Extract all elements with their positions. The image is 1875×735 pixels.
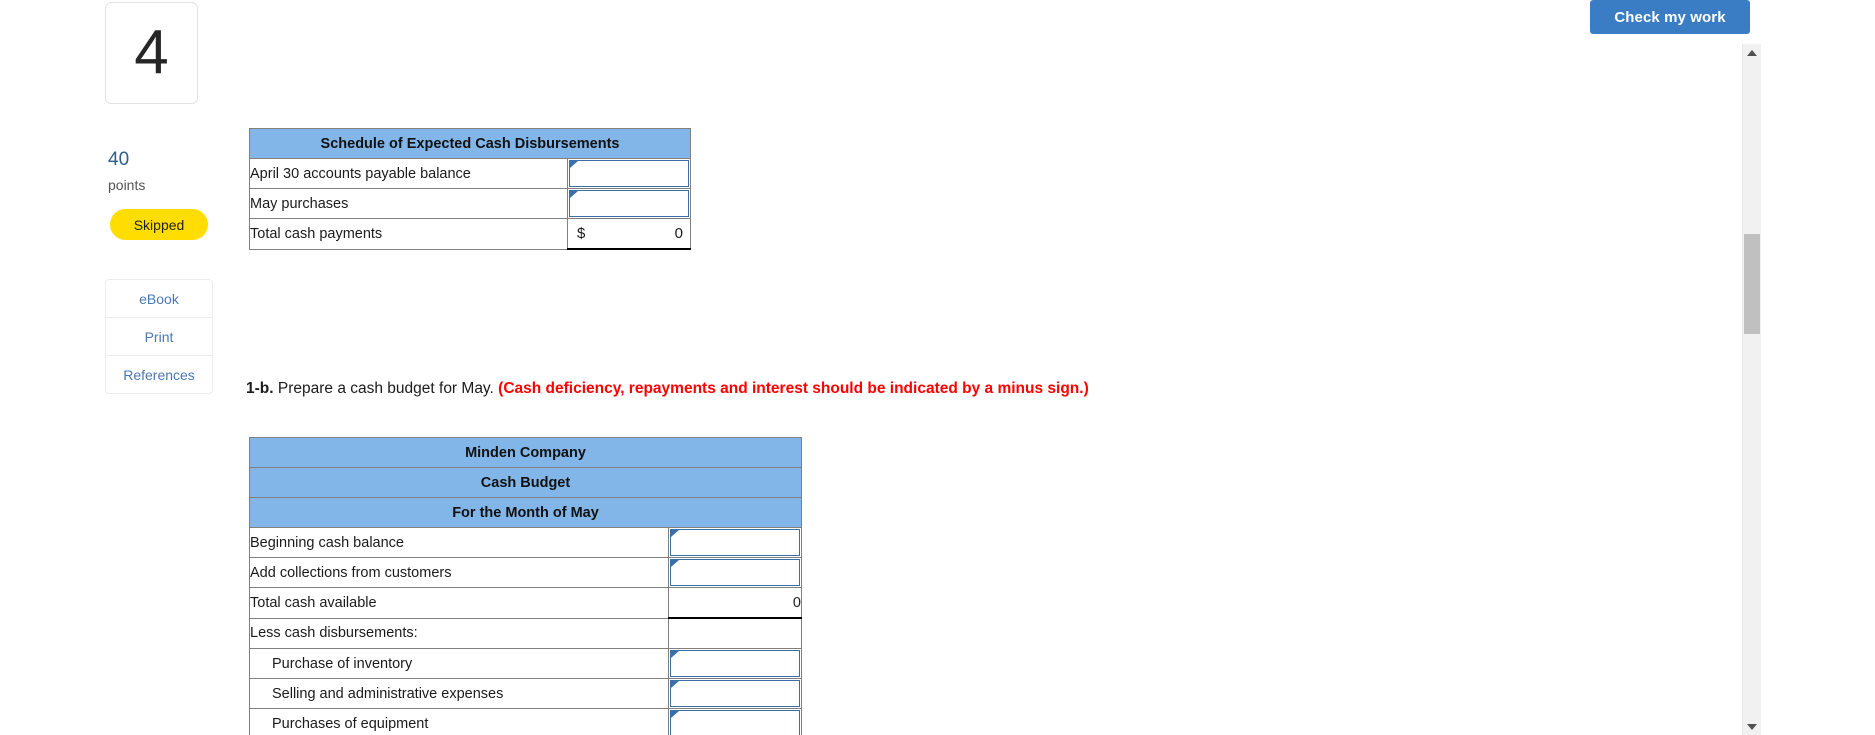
schedule-table-title: Schedule of Expected Cash Disbursements [248,128,692,159]
row-label: Beginning cash balance [249,527,669,558]
total-cash-payments-value: 0 [674,225,684,242]
row-label: Selling and administrative expenses [249,678,669,709]
total-cash-available-value: 0 [668,587,802,619]
row-label: May purchases [249,188,568,219]
row-label: Purchase of inventory [249,648,669,679]
table-header-row: Minden Company [249,437,802,468]
prompt-1b-tag: 1-b. [246,380,274,397]
row-label: April 30 accounts payable balance [249,158,568,189]
row-value-cell [668,678,802,709]
prompt-1b-note: (Cash deficiency, repayments and interes… [498,380,1089,397]
table-header-row: For the Month of May [249,497,802,528]
total-cash-payments-cell: $ 0 [566,218,692,250]
table-row: Selling and administrative expenses [249,678,802,709]
row-value-cell [668,527,802,558]
table-row: April 30 accounts payable balance [249,158,692,189]
cash-budget-table: Minden Company Cash Budget For the Month… [249,437,802,735]
table-header-row: Schedule of Expected Cash Disbursements [248,128,692,159]
cash-budget-title-header: Cash Budget [249,467,802,498]
purchase-of-inventory-input[interactable] [670,650,800,677]
row-value-cell [566,158,692,189]
table-row: Beginning cash balance [249,527,802,558]
purchases-of-equipment-input[interactable] [670,710,800,735]
status-badge: Skipped [110,209,208,240]
table-row: Less cash disbursements: [249,617,802,649]
scroll-down-arrow-icon[interactable] [1743,718,1761,735]
references-link[interactable]: References [106,356,212,393]
currency-symbol: $ [577,225,586,242]
may-purchases-input[interactable] [569,190,690,217]
table-row: Total cash available 0 [249,587,802,619]
add-collections-from-customers-input[interactable] [670,559,800,586]
question-number: 4 [134,18,169,87]
table-row: Total cash payments $ 0 [249,218,692,250]
schedule-of-expected-cash-disbursements-table: Schedule of Expected Cash Disbursements … [248,128,692,250]
row-label: Less cash disbursements: [249,617,669,649]
vertical-scrollbar[interactable] [1742,44,1761,735]
print-link[interactable]: Print [106,318,212,356]
april-30-accounts-payable-balance-input[interactable] [569,160,690,187]
row-value-cell [566,188,692,219]
check-my-work-button[interactable]: Check my work [1590,0,1750,34]
table-row: May purchases [249,188,692,219]
row-value-cell-blank [668,617,802,649]
row-value-cell [668,648,802,679]
table-header-row: Cash Budget [249,467,802,498]
cash-budget-period-header: For the Month of May [249,497,802,528]
beginning-cash-balance-input[interactable] [670,529,800,556]
prompt-1b: 1-b. Prepare a cash budget for May. (Cas… [246,380,1089,398]
selling-and-administrative-expenses-input[interactable] [670,680,800,707]
cash-budget-company-header: Minden Company [249,437,802,468]
row-label: Total cash payments [249,218,568,250]
table-row: Add collections from customers [249,557,802,588]
question-number-box: 4 [105,2,198,104]
points-label: points [108,177,146,193]
row-label: Total cash available [249,587,669,619]
scroll-up-arrow-icon[interactable] [1743,44,1761,61]
row-label: Purchases of equipment [249,708,669,735]
worksheet-page: Check my work 4 40 points Skipped eBook … [0,0,1875,735]
ebook-link[interactable]: eBook [106,280,212,318]
row-label: Add collections from customers [249,557,669,588]
rail-links-group: eBook Print References [105,279,213,394]
row-value-cell [668,708,802,735]
scrollbar-thumb[interactable] [1744,234,1760,334]
row-value-cell [668,557,802,588]
table-row: Purchase of inventory [249,648,802,679]
prompt-1b-text: Prepare a cash budget for May. [273,380,499,397]
points-value: 40 [108,149,130,170]
table-row: Purchases of equipment [249,708,802,735]
